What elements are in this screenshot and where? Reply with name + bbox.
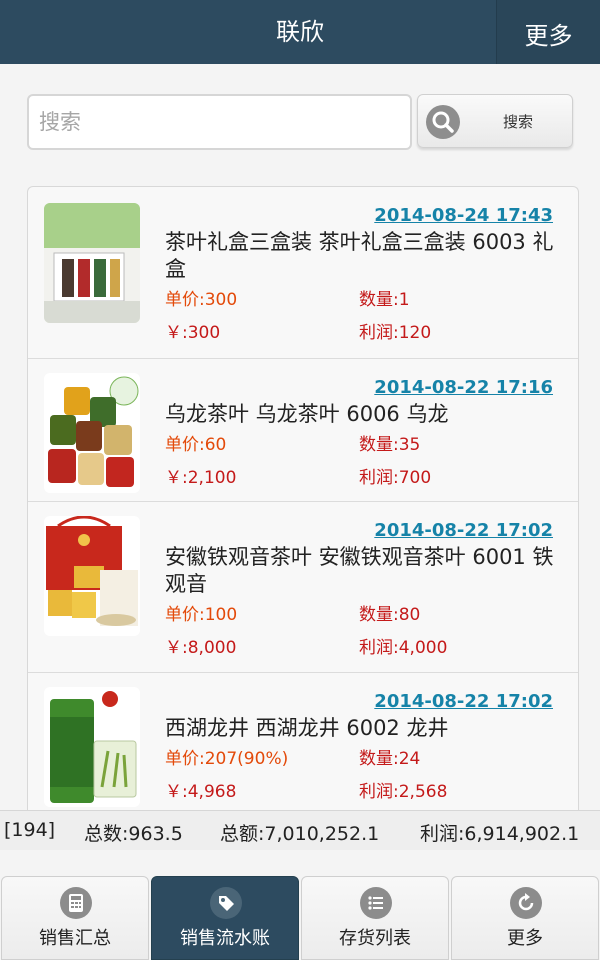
list-item[interactable]: 2014-08-22 17:02 西湖龙井 西湖龙井 6002 龙井 单价:20…: [28, 673, 578, 810]
product-name: 茶叶礼盒三盒装 茶叶礼盒三盒装 6003 礼盒: [165, 230, 554, 281]
unit-price: 单价:300: [165, 290, 238, 310]
sale-date-link[interactable]: 2014-08-22 17:16: [374, 377, 553, 398]
summary-bar: [194] 总数:963.5 总额:7,010,252.1 利润:6,914,9…: [0, 810, 600, 850]
quantity: 数量:1: [359, 290, 410, 310]
total-quantity: 总数:963.5: [84, 823, 183, 845]
bottom-tab-bar: 销售汇总 销售流水账 存货列表 更多: [0, 876, 600, 960]
tag-icon: [210, 887, 242, 919]
tab-label: 更多: [507, 928, 543, 949]
total-amount-summary: 总额:7,010,252.1: [220, 823, 380, 845]
quantity: 数量:80: [359, 605, 421, 625]
list-icon: [360, 887, 392, 919]
more-button[interactable]: 更多: [496, 0, 600, 64]
refresh-icon: [510, 887, 542, 919]
total-amount: ￥:4,968: [165, 782, 237, 802]
tab-sales-summary[interactable]: 销售汇总: [1, 876, 149, 960]
tab-label: 销售流水账: [180, 928, 270, 949]
product-name: 西湖龙井 西湖龙井 6002 龙井: [165, 716, 449, 740]
record-count: [194]: [4, 819, 56, 841]
search-input[interactable]: [27, 94, 412, 150]
sale-date-link[interactable]: 2014-08-22 17:02: [374, 691, 553, 712]
product-image-longjing: [44, 687, 140, 807]
sales-list: 2014-08-24 17:43 茶叶礼盒三盒装 茶叶礼盒三盒装 6003 礼盒…: [27, 186, 579, 810]
tab-more[interactable]: 更多: [451, 876, 599, 960]
total-profit: 利润:6,914,902.1: [420, 823, 580, 845]
profit: 利润:120: [359, 323, 432, 343]
sale-date-link[interactable]: 2014-08-24 17:43: [374, 205, 553, 226]
product-name: 安徽铁观音茶叶 安徽铁观音茶叶 6001 铁观音: [165, 545, 554, 596]
total-amount: ￥:8,000: [165, 638, 237, 658]
tab-label: 销售汇总: [39, 928, 111, 949]
profit: 利润:4,000: [359, 638, 448, 658]
search-bar: 搜索: [27, 94, 573, 150]
product-image-tieguanyin: [44, 516, 140, 636]
product-name: 乌龙茶叶 乌龙茶叶 6006 乌龙: [165, 402, 449, 426]
product-image-oolong: [44, 373, 140, 493]
app-header: 联欣 更多: [0, 0, 600, 64]
unit-price: 单价:60: [165, 435, 227, 455]
unit-price: 单价:100: [165, 605, 238, 625]
total-amount: ￥:300: [165, 323, 221, 343]
sale-date-link[interactable]: 2014-08-22 17:02: [374, 520, 553, 541]
product-image-gift-box: [44, 203, 140, 323]
profit: 利润:2,568: [359, 782, 448, 802]
tab-sales-journal[interactable]: 销售流水账: [151, 876, 299, 960]
calculator-icon: [60, 887, 92, 919]
tab-label: 存货列表: [339, 928, 411, 949]
profit: 利润:700: [359, 468, 432, 488]
search-icon: [426, 105, 460, 139]
list-item[interactable]: 2014-08-22 17:16 乌龙茶叶 乌龙茶叶 6006 乌龙 单价:60…: [28, 359, 578, 502]
tab-inventory-list[interactable]: 存货列表: [301, 876, 449, 960]
quantity: 数量:35: [359, 435, 421, 455]
total-amount: ￥:2,100: [165, 468, 237, 488]
list-item[interactable]: 2014-08-24 17:43 茶叶礼盒三盒装 茶叶礼盒三盒装 6003 礼盒…: [28, 187, 578, 359]
list-item[interactable]: 2014-08-22 17:02 安徽铁观音茶叶 安徽铁观音茶叶 6001 铁观…: [28, 502, 578, 673]
unit-price: 单价:207(90%): [165, 749, 289, 769]
search-button-label: 搜索: [502, 113, 533, 131]
search-button[interactable]: 搜索: [417, 94, 573, 148]
quantity: 数量:24: [359, 749, 421, 769]
